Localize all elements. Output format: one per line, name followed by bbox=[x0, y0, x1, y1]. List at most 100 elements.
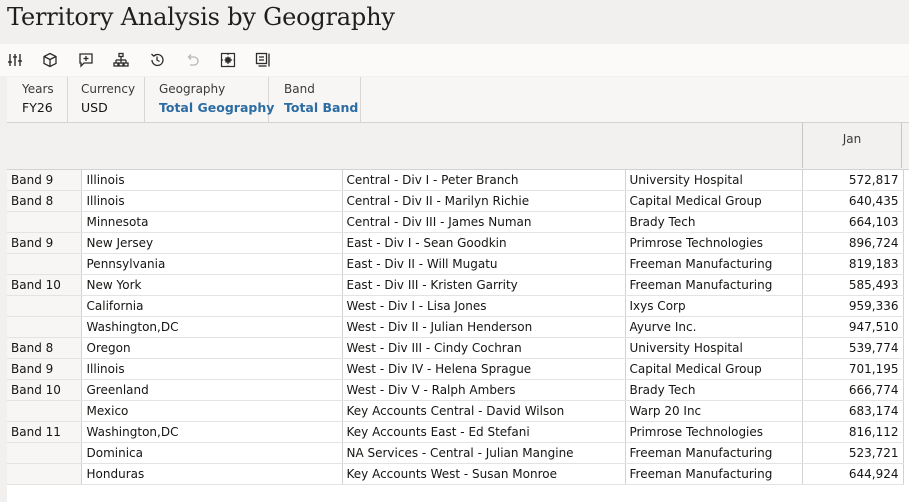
pov-geography[interactable]: Geography Total Geography bbox=[144, 77, 274, 122]
row-jan-value-cell[interactable]: 896,724 bbox=[801, 232, 904, 254]
table-row: Band 9 New Jersey East - Div I - Sean Good… bbox=[7, 232, 904, 254]
pov-years-value[interactable]: FY26 bbox=[22, 100, 53, 115]
page-title: Territory Analysis by Geography bbox=[7, 3, 395, 31]
row-geography-cell: Pennsylvania bbox=[80, 253, 342, 275]
row-jan-value-cell[interactable]: 523,721 bbox=[801, 442, 904, 464]
history-icon[interactable] bbox=[147, 50, 167, 70]
row-division-cell: Central - Div III - James Numan bbox=[341, 211, 625, 233]
row-jan-value-cell[interactable]: 683,174 bbox=[801, 400, 904, 422]
row-account-cell: Primrose Technologies bbox=[624, 421, 802, 443]
row-division-cell: Key Accounts East - Ed Stefani bbox=[341, 421, 625, 443]
row-geography-cell: Minnesota bbox=[80, 211, 342, 233]
row-jan-value-cell[interactable]: 819,183 bbox=[801, 253, 904, 275]
grid-select-icon[interactable] bbox=[218, 50, 238, 70]
table-row: Band 10 Greenland West - Div V - Ralph Amb… bbox=[7, 379, 904, 401]
row-account-cell: University Hospital bbox=[624, 169, 802, 191]
row-account-cell: Freeman Manufacturing bbox=[624, 274, 802, 296]
panel-icon[interactable] bbox=[253, 50, 273, 70]
pov-currency-value[interactable]: USD bbox=[81, 100, 108, 115]
row-account-cell: Warp 20 Inc bbox=[624, 400, 802, 422]
row-account-cell: Capital Medical Group bbox=[624, 358, 802, 380]
table-row: Band 10 New York East - Div III - Kristen … bbox=[7, 274, 904, 296]
table-row: Band 8 Illinois Central - Div II - Marilyn… bbox=[7, 190, 904, 212]
row-jan-value-cell[interactable]: 701,195 bbox=[801, 358, 904, 380]
column-header-jan[interactable]: Jan bbox=[802, 123, 902, 168]
row-band-cell: Band 9 bbox=[7, 358, 81, 380]
row-jan-value-cell[interactable]: 585,493 bbox=[801, 274, 904, 296]
row-jan-value-cell[interactable]: 666,774 bbox=[801, 379, 904, 401]
add-comment-icon[interactable] bbox=[76, 50, 96, 70]
row-division-cell: Central - Div I - Peter Branch bbox=[341, 169, 625, 191]
pov-geography-label: Geography bbox=[159, 82, 226, 96]
row-division-cell: Key Accounts Central - David Wilson bbox=[341, 400, 625, 422]
pov-currency[interactable]: Currency USD bbox=[67, 77, 145, 122]
table-row: Honduras Key Accounts West - Susan Monroe… bbox=[7, 463, 904, 485]
pov-years[interactable]: Years FY26 bbox=[7, 77, 68, 122]
row-geography-cell: New York bbox=[80, 274, 342, 296]
table-row: Band 8 Oregon West - Div III - Cindy Cochr… bbox=[7, 337, 904, 359]
row-jan-value-cell[interactable]: 644,924 bbox=[801, 463, 904, 485]
row-division-cell: East - Div II - Will Mugatu bbox=[341, 253, 625, 275]
pov-band-value[interactable]: Total Band bbox=[284, 100, 358, 115]
row-band-cell: Band 8 bbox=[7, 190, 81, 212]
row-band-cell bbox=[7, 442, 81, 464]
row-division-cell: Central - Div II - Marilyn Richie bbox=[341, 190, 625, 212]
row-jan-value-cell[interactable]: 572,817 bbox=[801, 169, 904, 191]
row-division-cell: West - Div V - Ralph Ambers bbox=[341, 379, 625, 401]
row-band-cell bbox=[7, 295, 81, 317]
row-band-cell bbox=[7, 400, 81, 422]
row-band-cell bbox=[7, 316, 81, 338]
pov-geography-value[interactable]: Total Geography bbox=[159, 100, 274, 115]
table-row: Band 9 Illinois West - Div IV - Helena Spr… bbox=[7, 358, 904, 380]
row-account-cell: Brady Tech bbox=[624, 379, 802, 401]
row-jan-value-cell[interactable]: 539,774 bbox=[801, 337, 904, 359]
row-band-cell: Band 9 bbox=[7, 232, 81, 254]
table-row: Mexico Key Accounts Central - David Wilso… bbox=[7, 400, 904, 422]
table-row: Band 11 Washington,DC Key Accounts East - … bbox=[7, 421, 904, 443]
row-band-cell: Band 10 bbox=[7, 274, 81, 296]
row-account-cell: Capital Medical Group bbox=[624, 190, 802, 212]
row-account-cell: Ixys Corp bbox=[624, 295, 802, 317]
table-row: Washington,DC West - Div II - Julian Hend… bbox=[7, 316, 904, 338]
row-geography-cell: Dominica bbox=[80, 442, 342, 464]
undo-icon bbox=[182, 50, 202, 70]
row-division-cell: NA Services - Central - Julian Mangine bbox=[341, 442, 625, 464]
row-division-cell: East - Div I - Sean Goodkin bbox=[341, 232, 625, 254]
row-jan-value-cell[interactable]: 664,103 bbox=[801, 211, 904, 233]
pov-band-label: Band bbox=[284, 82, 315, 96]
row-band-cell: Band 11 bbox=[7, 421, 81, 443]
row-account-cell: Freeman Manufacturing bbox=[624, 442, 802, 464]
row-division-cell: West - Div II - Julian Henderson bbox=[341, 316, 625, 338]
pov-currency-label: Currency bbox=[81, 82, 136, 96]
row-jan-value-cell[interactable]: 640,435 bbox=[801, 190, 904, 212]
row-geography-cell: Oregon bbox=[80, 337, 342, 359]
pov-bar: Years FY26 Currency USD Geography Total … bbox=[7, 77, 909, 122]
row-account-cell: Primrose Technologies bbox=[624, 232, 802, 254]
row-geography-cell: Illinois bbox=[80, 358, 342, 380]
row-jan-value-cell[interactable]: 947,510 bbox=[801, 316, 904, 338]
row-band-cell bbox=[7, 463, 81, 485]
grid-table: Band 9 Illinois Central - Div I - Peter Br… bbox=[7, 169, 904, 485]
row-jan-value-cell[interactable]: 816,112 bbox=[801, 421, 904, 443]
toolbar bbox=[0, 44, 909, 76]
grid-header: Jan bbox=[7, 123, 909, 170]
row-geography-cell: Illinois bbox=[80, 169, 342, 191]
table-row: Pennsylvania East - Div II - Will Mugatu F… bbox=[7, 253, 904, 275]
sliders-icon[interactable] bbox=[5, 50, 25, 70]
data-grid: Jan Band 9 Illinois Central - Div I - Pete… bbox=[7, 122, 909, 502]
row-geography-cell: Illinois bbox=[80, 190, 342, 212]
pov-band[interactable]: Band Total Band bbox=[268, 77, 361, 122]
row-account-cell: Brady Tech bbox=[624, 211, 802, 233]
row-geography-cell: Mexico bbox=[80, 400, 342, 422]
row-geography-cell: Washington,DC bbox=[80, 316, 342, 338]
row-band-cell bbox=[7, 211, 81, 233]
row-band-cell bbox=[7, 253, 81, 275]
row-jan-value-cell[interactable]: 959,336 bbox=[801, 295, 904, 317]
table-row: Minnesota Central - Div III - James Numan… bbox=[7, 211, 904, 233]
row-division-cell: West - Div III - Cindy Cochran bbox=[341, 337, 625, 359]
cube-icon[interactable] bbox=[40, 50, 60, 70]
table-row: Band 9 Illinois Central - Div I - Peter Br… bbox=[7, 169, 904, 191]
hierarchy-icon[interactable] bbox=[111, 50, 131, 70]
row-division-cell: East - Div III - Kristen Garrity bbox=[341, 274, 625, 296]
row-division-cell: West - Div I - Lisa Jones bbox=[341, 295, 625, 317]
